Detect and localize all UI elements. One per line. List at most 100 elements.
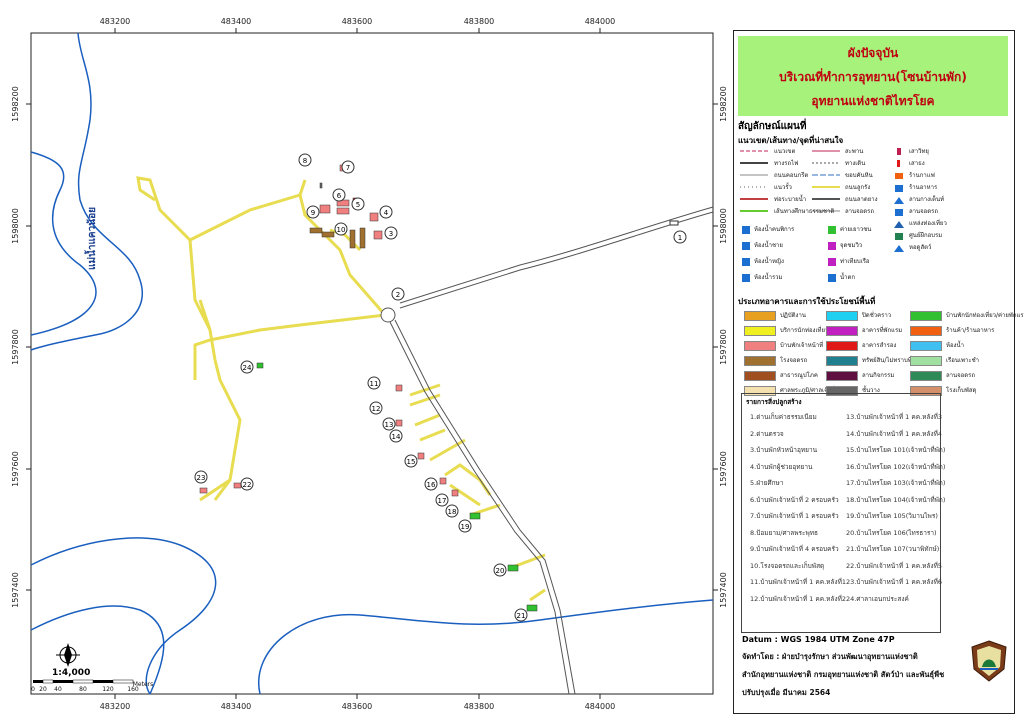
building-color-swatch xyxy=(910,371,942,381)
svg-text:483400: 483400 xyxy=(221,17,252,26)
buildings-list-item: 14.บ้านพักเจ้าหน้าที่ 1 คค.หลังที่4 xyxy=(846,429,943,438)
building-color-swatch xyxy=(744,341,776,351)
marker-label: 16 xyxy=(427,481,436,489)
building-color-swatch xyxy=(826,341,858,351)
svg-text:483200: 483200 xyxy=(100,17,131,26)
legend-line-label: ถนนคอนกรีต xyxy=(774,172,809,179)
building-type-label: ปฏิบัติงาน xyxy=(780,312,806,319)
legend-line-label: ทางรถไฟ xyxy=(774,160,799,167)
roundabout xyxy=(380,307,396,323)
building-type-label: อาคารสำรอง xyxy=(862,342,897,349)
svg-text:1597400: 1597400 xyxy=(719,572,728,608)
svg-text:40: 40 xyxy=(54,686,62,693)
buildings-list-item: 7.บ้านพักเจ้าหน้าที่ 1 ครอบครัว xyxy=(750,512,839,520)
legend-point-label: จุดชมวิว xyxy=(840,242,863,249)
building-color-swatch xyxy=(910,341,942,351)
legend-point-label: ร้านกาแฟ xyxy=(909,172,935,179)
buildings-list-item: 18.บ้านไทรโยค 104(เจ้าหน้าที่พัก) xyxy=(846,495,946,504)
svg-text:1597800: 1597800 xyxy=(11,329,20,365)
svg-text:484000: 484000 xyxy=(585,17,616,26)
legend-heading: สัญลักษณ์แผนที่ xyxy=(738,121,807,132)
svg-text:20: 20 xyxy=(39,686,47,693)
building-color-swatch xyxy=(826,371,858,381)
marker-label: 3 xyxy=(389,230,393,238)
buildings-list-item: 10.โรงจอดรถและเก็บพัสดุ xyxy=(750,561,825,570)
building-color-swatch xyxy=(826,356,858,366)
buildings-list-item: 9.บ้านพักเจ้าหน้าที่ 4 ครอบครัว xyxy=(750,545,839,553)
building-type-label: ลานกิจกรรม xyxy=(862,372,895,379)
buildings-list-heading: รายการสิ่งปลูกสร้าง xyxy=(746,398,802,406)
building-type-label: โรงจอดรถ xyxy=(780,357,808,364)
gate-structure xyxy=(669,220,679,226)
buildings-list-item: 19.บ้านไทรโยค 105(วิมานไพร) xyxy=(846,512,938,520)
buildings-list-item: 3.บ้านพักหัวหน้าอุทยาน xyxy=(750,446,818,454)
legend-point-label: ห้องน้ำชาย xyxy=(754,242,783,249)
svg-text:483600: 483600 xyxy=(342,702,373,711)
legend-point-label: ลานจอดรถ xyxy=(909,208,939,215)
marker-label: 6 xyxy=(337,192,342,200)
buildings-list-item: 12.บ้านพักเจ้าหน้าที่ 1 คค.หลังที่2 xyxy=(750,594,847,603)
legend-point-label: ลานกางเต็นท์ xyxy=(909,196,945,203)
marker-label: 21 xyxy=(517,612,526,620)
credit-line-1: จัดทำโดย : ฝ่ายบำรุงรักษา ส่วนพัฒนาอุทยา… xyxy=(742,652,918,661)
legend-point-label: น้ำตก xyxy=(840,274,855,281)
building-color-swatch xyxy=(910,356,942,366)
marker-label: 8 xyxy=(303,157,307,165)
svg-text:483800: 483800 xyxy=(464,17,495,26)
buildings-list-box: รายการสิ่งปลูกสร้าง 1.ด่านเก็บค่าธรรมเนี… xyxy=(741,393,945,633)
map-frame xyxy=(30,32,714,695)
building-type-label: บ้านพักนักท่องเที่ยว/ค่ายพักแรม xyxy=(946,312,1024,319)
building-type-label: ร้านค้า/ร้านอาหาร xyxy=(946,327,995,334)
svg-text:80: 80 xyxy=(79,686,87,693)
building-type-label: อาคารที่พักแรม xyxy=(862,327,903,334)
marker-label: 4 xyxy=(384,209,389,217)
building-type-label: ห้องน้ำ xyxy=(946,342,964,349)
credit-line-2: สำนักอุทยานแห่งชาติ กรมอุทยานแห่งชาติ สั… xyxy=(742,670,945,679)
buildings-list-item: 8.ป้อมยาม/ศาลพระพุทธ xyxy=(750,528,819,537)
marker-label: 1 xyxy=(678,234,682,242)
buildings-list-item: 5.ฝ่ายศึกษา xyxy=(750,479,784,487)
svg-text:1597600: 1597600 xyxy=(11,451,20,487)
marker-label: 24 xyxy=(243,364,252,372)
legend-point-label: ท่าเทียบเรือ xyxy=(840,258,870,265)
building-type-label: โรงเก็บพัสดุ xyxy=(946,387,977,394)
building-color-swatch xyxy=(744,356,776,366)
title-line-2: บริเวณที่ทำการอุทยาน(โซนบ้านพัก) xyxy=(779,70,967,84)
buildings-list-item: 24.ศาลาเอนกประสงค์ xyxy=(846,594,909,603)
marker-label: 13 xyxy=(385,421,394,429)
svg-text:1598000: 1598000 xyxy=(719,208,728,244)
marker-label: 5 xyxy=(356,201,360,209)
buildings-list-item: 21.บ้านไทรโยค 107(วนาพิทักษ์) xyxy=(846,545,940,553)
marker-label: 14 xyxy=(392,433,401,441)
svg-text:Meters: Meters xyxy=(133,681,154,688)
legend-line-label: เส้นทางศึกษาธรรมชาติ xyxy=(774,208,835,215)
buildings-list-item: 23.บ้านพักเจ้าหน้าที่ 1 คค.หลังที่6 xyxy=(846,578,943,586)
svg-text:483800: 483800 xyxy=(464,702,495,711)
svg-text:1597800: 1597800 xyxy=(719,329,728,365)
marker-label: 12 xyxy=(372,405,381,413)
buildings-list-item: 20.บ้านไทรโยค 106(ไทรธารา) xyxy=(846,528,937,537)
svg-text:1597400: 1597400 xyxy=(11,572,20,608)
marker-label: 17 xyxy=(438,497,447,505)
building-type-label: บริการนักท่องเที่ยว xyxy=(780,327,829,334)
legend-point-label: เสาวิทยุ xyxy=(909,148,929,155)
svg-text:484000: 484000 xyxy=(585,702,616,711)
legend-line-label: ท่อระบายน้ำ xyxy=(774,196,807,203)
svg-text:483200: 483200 xyxy=(100,702,131,711)
buildings-list-item: 6.บ้านพักเจ้าหน้าที่ 2 ครอบครัว xyxy=(750,495,839,504)
buildings-list-item: 22.บ้านพักเจ้าหน้าที่ 1 คค.หลังที่5 xyxy=(846,561,943,570)
legend-line-label: สะพาน xyxy=(845,148,864,155)
legend-point-label: ห้องน้ำหญิง xyxy=(754,258,784,265)
title-box: ผังปัจจุบัน บริเวณที่ทำการอุทยาน(โซนบ้าน… xyxy=(738,36,1008,116)
buildings-list-item: 15.บ้านไทรโยค 101(เจ้าหน้าที่พัก) xyxy=(846,446,946,454)
buildings-list-item: 1.ด่านเก็บค่าธรรมเนียม xyxy=(750,413,817,421)
scale-bar xyxy=(33,679,134,684)
marker-label: 7 xyxy=(346,164,350,172)
marker-label: 20 xyxy=(496,567,505,575)
legend-point-label: ศูนย์ฝึกอบรม xyxy=(909,232,943,239)
svg-text:120: 120 xyxy=(102,686,114,693)
building-heading: ประเภทอาคารและการใช้ประโยชน์พื้นที่ xyxy=(738,297,876,306)
legend-line-label: ขอบคันหิน xyxy=(845,172,873,179)
river-label: แม่น้ำแควน้อย xyxy=(84,207,98,270)
marker-label: 10 xyxy=(337,226,346,234)
